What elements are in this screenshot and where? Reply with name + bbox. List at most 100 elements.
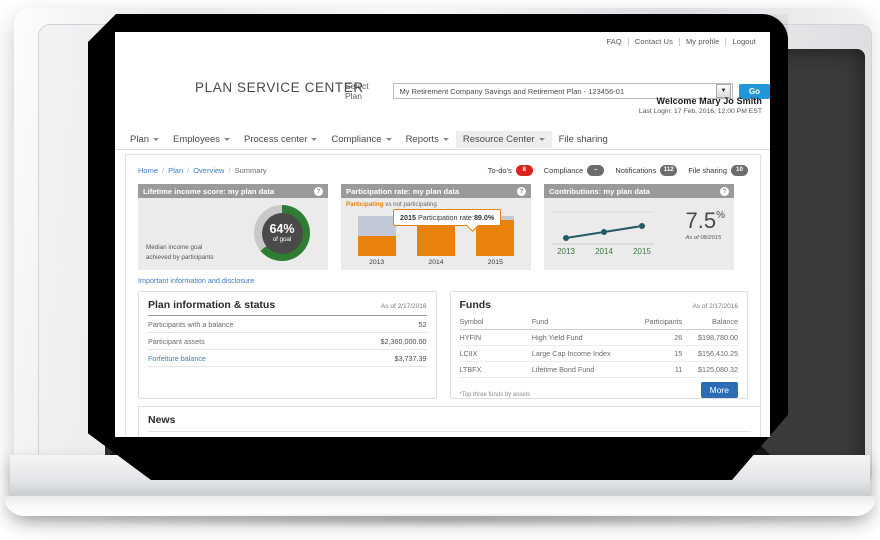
disclosure-link[interactable]: Important information and disclosure (138, 276, 748, 285)
status-compliance[interactable]: Compliance – (544, 165, 605, 176)
breadcrumb-item-summary: Summary (235, 166, 267, 175)
donut-center: 64% of goal (262, 213, 303, 254)
status-file-sharing[interactable]: File sharing 10 (688, 165, 748, 176)
nav-item-resource-center[interactable]: Resource Center (456, 131, 552, 148)
table-row[interactable]: LCIIX Large Cap Income Index 15 $156,410… (460, 346, 739, 362)
table-row: Participants with a balance 52 (148, 316, 427, 333)
percent-symbol: % (716, 210, 725, 221)
legend-rest: vs not participating (385, 201, 437, 208)
nav-label: Plan (130, 134, 149, 145)
bar-segment-participating (358, 236, 396, 256)
nav-item-employees[interactable]: Employees (166, 131, 237, 148)
row-value: $2,360,000.00 (381, 337, 427, 346)
row-value: 52 (419, 320, 427, 329)
question-mark-icon[interactable]: ? (720, 187, 729, 196)
column-header-fund: Fund (532, 315, 627, 330)
breadcrumb-item-home[interactable]: Home (138, 166, 158, 175)
card-funds: Funds As of 2/17/2016 Symbol Fund Partic… (450, 291, 749, 399)
row-label-link[interactable]: Forfeiture balance (148, 354, 206, 363)
column-header-symbol: Symbol (460, 315, 532, 330)
status-label: File sharing (688, 166, 727, 175)
tooltip-value: 89.0% (474, 213, 494, 222)
column-header-balance: Balance (682, 315, 738, 330)
nav-item-plan[interactable]: Plan (123, 131, 166, 148)
news-title: News (148, 414, 751, 426)
cell-participants: 11 (627, 362, 683, 378)
table-row[interactable]: Forfeiture balance $3,737.39 (148, 350, 427, 367)
tooltip-label: Participation rate: (418, 213, 474, 222)
breadcrumb-item-overview[interactable]: Overview (193, 166, 224, 175)
donut-caption-line2: achieved by participants (146, 253, 214, 262)
status-badge: 10 (731, 165, 748, 176)
nav-item-compliance[interactable]: Compliance (324, 131, 398, 148)
utility-links: FAQ Contact Us My profile Logout (601, 37, 762, 46)
welcome-message: Welcome Mary Jo Smith (657, 96, 762, 106)
column-header-participants: Participants (627, 315, 683, 330)
widget-title: Contributions: my plan data (549, 187, 650, 196)
breadcrumb-item-plan[interactable]: Plan (168, 166, 183, 175)
table-row[interactable]: LTBFX Lifetime Bond Fund 11 $125,080.32 (460, 362, 739, 378)
status-badge: 8 (516, 165, 533, 176)
contact-us-link[interactable]: Contact Us (629, 37, 679, 46)
status-summary: To-do's 8 Compliance – Notifications 112… (488, 165, 748, 176)
nav-item-file-sharing[interactable]: File sharing (552, 131, 615, 148)
chevron-down-icon (311, 138, 317, 141)
page-title: PLAN SERVICE CENTER (195, 80, 364, 95)
cell-symbol: LTBFX (460, 362, 532, 378)
nav-label: File sharing (559, 134, 608, 145)
widget-body: Participating vs not participating 2013 (341, 198, 531, 270)
donut-caption: Median income goal achieved by participa… (146, 243, 214, 262)
status-notifications[interactable]: Notifications 112 (615, 165, 677, 176)
nav-item-reports[interactable]: Reports (399, 131, 456, 148)
card-header: Plan information & status As of 2/17/201… (148, 299, 427, 311)
chevron-down-icon (539, 138, 545, 141)
status-badge: – (587, 165, 604, 176)
line-chart: 2013 2014 2015 (550, 204, 658, 264)
line-chart-svg: 2013 2014 2015 (550, 204, 658, 264)
question-mark-icon[interactable]: ? (517, 187, 526, 196)
legend-participating: Participating (346, 201, 383, 208)
row-value: $3,737.39 (395, 354, 427, 363)
status-todos[interactable]: To-do's 8 (488, 165, 533, 176)
my-profile-link[interactable]: My profile (680, 37, 726, 46)
bar-label: 2015 (488, 259, 503, 266)
widget-contributions: Contributions: my plan data ? (544, 184, 734, 270)
card-title: Plan information & status (148, 299, 275, 311)
widget-body: Median income goal achieved by participa… (138, 198, 328, 270)
widget-body: 2013 2014 2015 7.5% As of 08/2015 (544, 198, 734, 270)
faq-link[interactable]: FAQ (601, 37, 628, 46)
cell-symbol: HYFIN (460, 330, 532, 346)
bar-column-2013[interactable]: 2013 (358, 216, 396, 266)
cell-participants: 15 (627, 346, 683, 362)
row-label: Participant assets (148, 337, 205, 346)
question-mark-icon[interactable]: ? (314, 187, 323, 196)
chevron-down-icon (443, 138, 449, 141)
breadcrumb-separator: / (187, 166, 189, 175)
more-button[interactable]: More (701, 382, 738, 398)
lower-card-row: Plan information & status As of 2/17/201… (138, 291, 748, 399)
cell-balance: $125,080.32 (682, 362, 738, 378)
nav-label: Reports (406, 134, 439, 145)
browser-viewport: FAQ Contact Us My profile Logout PLAN SE… (115, 32, 770, 437)
status-badge: 112 (660, 165, 677, 176)
logout-link[interactable]: Logout (726, 37, 762, 46)
cell-fund: Lifetime Bond Fund (532, 362, 627, 378)
contribution-rate-display: 7.5% As of 08/2015 (686, 210, 726, 241)
card-title: Funds (460, 299, 492, 311)
breadcrumb-separator: / (228, 166, 230, 175)
table-row: Participant assets $2,360,000.00 (148, 333, 427, 350)
nav-item-process-center[interactable]: Process center (237, 131, 324, 148)
cell-participants: 26 (627, 330, 683, 346)
chevron-down-icon (224, 138, 230, 141)
donut-percent-label: 64% (269, 223, 294, 236)
nav-label: Process center (244, 134, 307, 145)
funds-footnote: *Top three funds by assets (460, 392, 531, 398)
card-news: News The financial markets will be closi… (138, 406, 761, 437)
table-row[interactable]: HYFIN High Yield Fund 26 $198,780.00 (460, 330, 739, 346)
breadcrumb: Home / Plan / Overview / Summary (138, 166, 267, 175)
chevron-down-icon (153, 138, 159, 141)
widget-header: Lifetime income score: my plan data ? (138, 184, 328, 198)
bar-label: 2014 (428, 259, 443, 266)
cell-symbol: LCIIX (460, 346, 532, 362)
widget-header: Contributions: my plan data ? (544, 184, 734, 198)
